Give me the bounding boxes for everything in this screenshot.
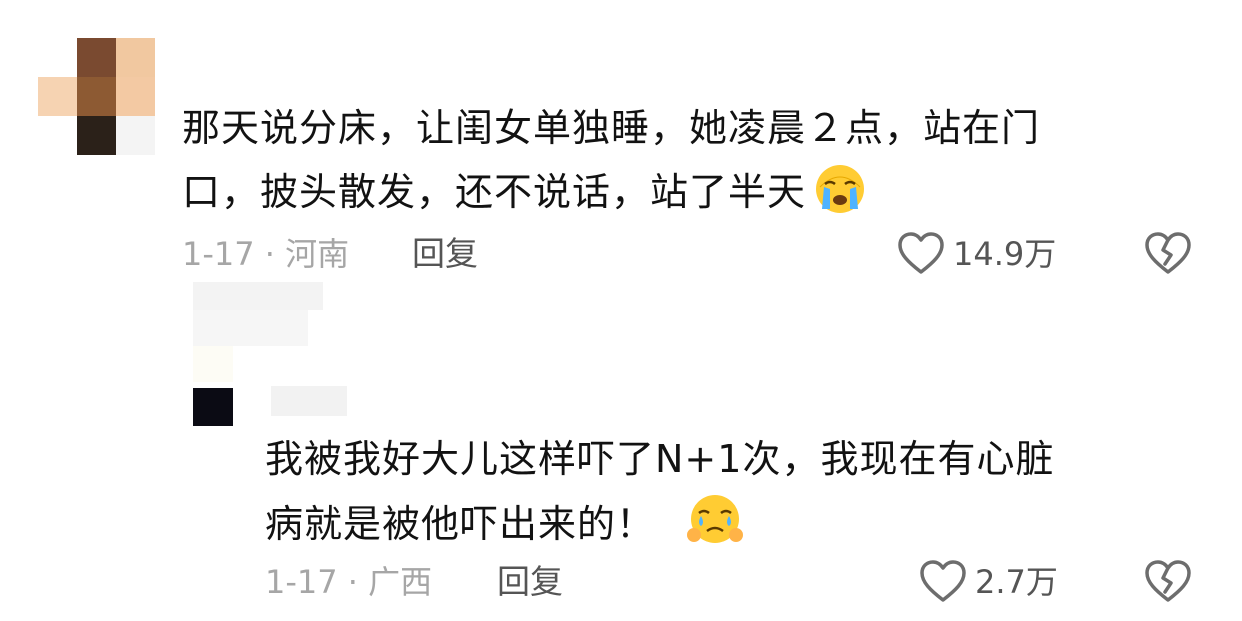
reply-like-count: 2.7万 (975, 563, 1058, 601)
reply-date-location: 1-17 · 广西 (265, 563, 433, 601)
broken-heart-icon[interactable] (1143, 230, 1193, 276)
comment-avatar[interactable] (38, 38, 156, 156)
reply-text: 我被我好大儿这样吓了N+1次，我现在有心脏 病就是被他吓出来的！ (265, 427, 1054, 566)
comment-line-2: 口，披头散发，还不说话，站了半天 (182, 160, 1040, 234)
reply-line-2: 病就是被他吓出来的！ (265, 491, 1054, 566)
face-holding-back-tears-emoji (685, 491, 745, 566)
reply-reply-button[interactable]: 回复 (497, 562, 563, 602)
heart-outline-icon[interactable] (896, 230, 946, 276)
comment-date-location: 1-17 · 河南 (182, 235, 350, 273)
reply-avatar[interactable] (193, 282, 347, 432)
heart-outline-icon[interactable] (918, 558, 968, 604)
broken-heart-icon[interactable] (1143, 558, 1193, 604)
comment-line-1: 那天说分床，让闺女单独睡，她凌晨２点，站在门 (182, 106, 1041, 150)
comment-like-count: 14.9万 (953, 235, 1057, 273)
comment-reply-button[interactable]: 回复 (412, 234, 478, 274)
loudly-crying-face-emoji (810, 163, 870, 234)
reply-line-1: 我被我好大儿这样吓了N+1次，我现在有心脏 (265, 437, 1055, 481)
comment-text: 那天说分床，让闺女单独睡，她凌晨２点，站在门 口，披头散发，还不说话，站了半天 (182, 96, 1040, 234)
